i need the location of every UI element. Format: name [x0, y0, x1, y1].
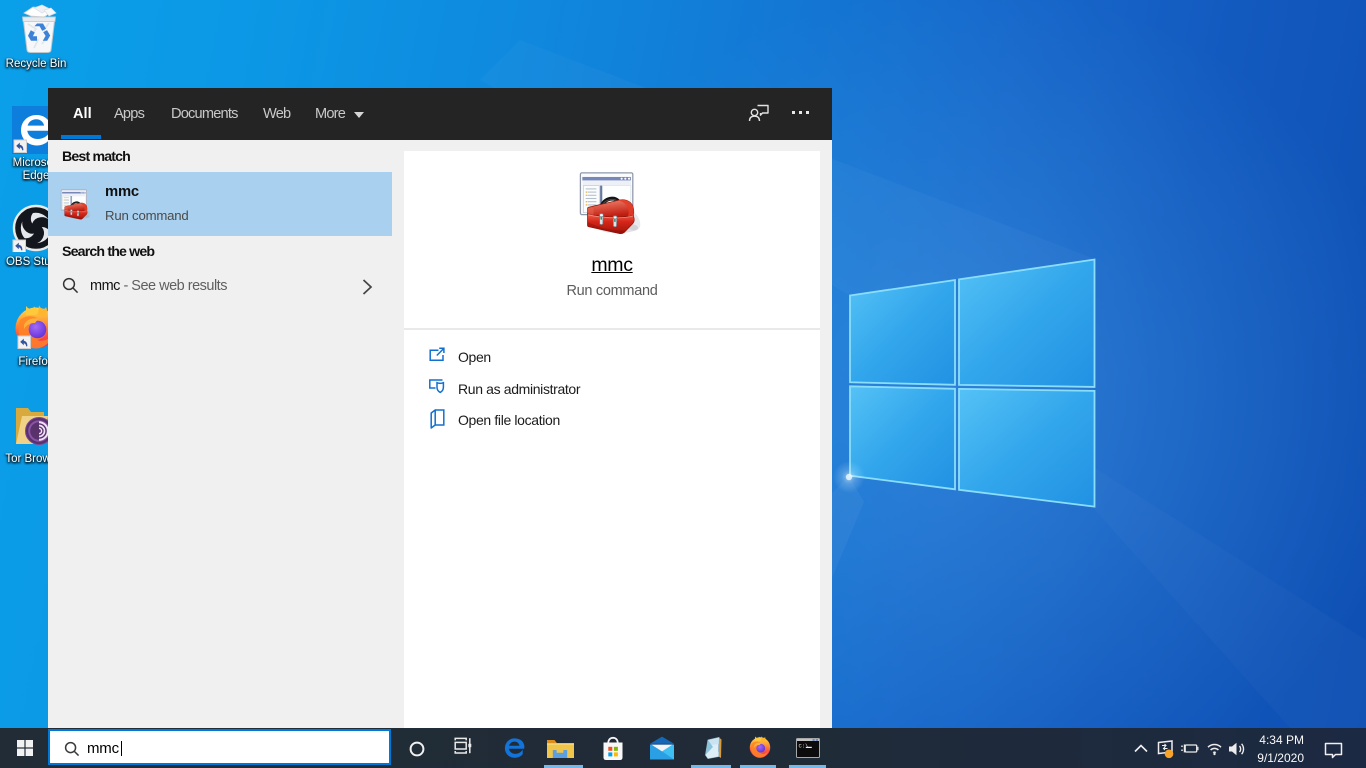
svg-text:C:\: C:\ [799, 743, 809, 750]
